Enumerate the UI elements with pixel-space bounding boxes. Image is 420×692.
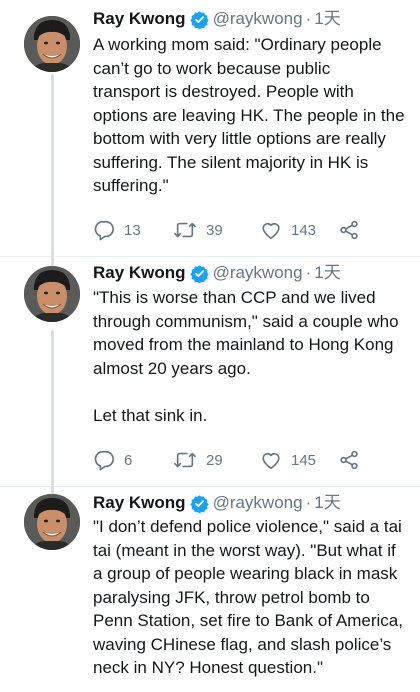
author-name[interactable]: Ray Kwong (93, 8, 186, 30)
share-icon (338, 219, 360, 241)
avatar-image (24, 494, 80, 550)
avatar[interactable] (24, 266, 80, 322)
verified-badge-icon (189, 494, 209, 514)
retweet-button[interactable]: 39 (173, 219, 260, 241)
retweet-count: 39 (206, 221, 223, 239)
retweet-icon (173, 449, 197, 471)
tweet-header: Ray Kwong @raykwong · 1天 (93, 492, 341, 514)
tweet-3[interactable]: Ray Kwong @raykwong · 1天 "I don’t defend… (0, 486, 420, 692)
like-count: 143 (291, 221, 317, 239)
verified-badge-icon (189, 10, 209, 30)
reply-button[interactable]: 13 (93, 219, 173, 241)
share-button[interactable] (338, 219, 360, 241)
tweet-thread: Ray Kwong @raykwong · 1天 A working mom s… (0, 0, 420, 692)
separator-dot: · (305, 9, 312, 28)
tweet-header: Ray Kwong @raykwong · 1天 (93, 8, 341, 30)
like-button[interactable]: 145 (260, 449, 338, 471)
thread-line (51, 256, 54, 266)
tweet-text: A working mom said: "Ordinary people can… (93, 35, 405, 195)
reply-icon (93, 219, 115, 241)
like-button[interactable]: 143 (260, 219, 338, 241)
heart-icon (260, 219, 282, 241)
separator-dot: · (305, 493, 312, 512)
reply-count: 13 (124, 221, 141, 239)
separator-dot: · (305, 263, 312, 282)
avatar[interactable] (24, 16, 80, 72)
tweet-text: "This is worse than CCP and we lived thr… (93, 288, 399, 425)
retweet-count: 29 (206, 451, 223, 469)
tweet-actions: 6 29 145 (93, 448, 360, 472)
thread-line (51, 330, 54, 486)
tweet-2[interactable]: Ray Kwong @raykwong · 1天 "This is worse … (0, 256, 420, 486)
avatar[interactable] (24, 494, 80, 550)
author-name[interactable]: Ray Kwong (93, 262, 186, 284)
reply-count: 6 (124, 451, 133, 469)
heart-icon (260, 449, 282, 471)
tweet-1[interactable]: Ray Kwong @raykwong · 1天 A working mom s… (0, 0, 420, 256)
tweet-timestamp[interactable]: 1天 (314, 8, 340, 30)
thread-line (51, 74, 54, 256)
share-button[interactable] (338, 449, 360, 471)
share-icon (338, 449, 360, 471)
author-name[interactable]: Ray Kwong (93, 492, 186, 514)
tweet-timestamp[interactable]: 1天 (314, 492, 340, 514)
reply-button[interactable]: 6 (93, 449, 173, 471)
tweet-header: Ray Kwong @raykwong · 1天 (93, 262, 341, 284)
tweet-timestamp[interactable]: 1天 (314, 262, 340, 284)
tweet-text: "I don’t defend police violence," said a… (93, 517, 403, 677)
like-count: 145 (291, 451, 317, 469)
tweet-actions: 13 39 143 (93, 218, 360, 242)
author-handle[interactable]: @raykwong (213, 262, 303, 284)
author-handle[interactable]: @raykwong (213, 8, 303, 30)
avatar-image (24, 16, 80, 72)
avatar-image (24, 266, 80, 322)
thread-line (51, 486, 54, 494)
retweet-icon (173, 219, 197, 241)
verified-badge-icon (189, 264, 209, 284)
retweet-button[interactable]: 29 (173, 449, 260, 471)
reply-icon (93, 449, 115, 471)
author-handle[interactable]: @raykwong (213, 492, 303, 514)
